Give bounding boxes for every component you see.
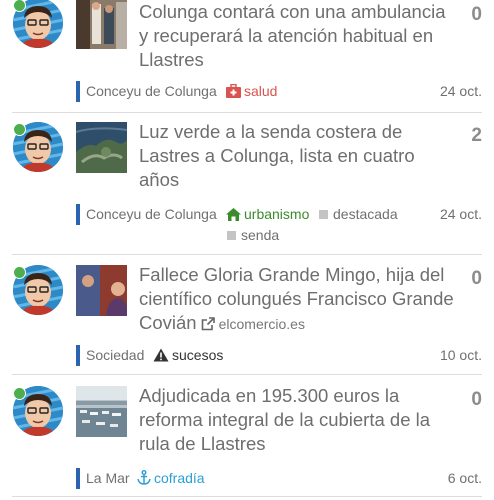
vote-count: 0 bbox=[471, 268, 482, 289]
date: 6 oct. bbox=[447, 470, 482, 486]
thumbnail-image[interactable] bbox=[76, 265, 127, 316]
divider bbox=[12, 254, 482, 255]
tag-senda[interactable]: senda bbox=[227, 225, 279, 246]
item-meta: La Mar cofradía 6 oct. bbox=[76, 468, 482, 489]
tag-label: urbanismo bbox=[244, 206, 310, 222]
item-meta: Conceyu de Colunga salud 24 oct. bbox=[76, 81, 482, 102]
tag-salud[interactable]: salud bbox=[226, 81, 277, 102]
online-status-icon bbox=[13, 266, 26, 279]
category-link[interactable]: Conceyu de Colunga bbox=[86, 81, 217, 102]
date: 24 oct. bbox=[439, 206, 482, 222]
medkit-icon bbox=[226, 84, 241, 98]
date: 10 oct. bbox=[439, 347, 482, 363]
category-bar bbox=[76, 345, 80, 366]
thumbnail-image[interactable] bbox=[76, 122, 127, 173]
category-bar bbox=[76, 468, 80, 489]
square-icon bbox=[227, 231, 236, 240]
tag-label: destacada bbox=[333, 206, 398, 222]
source-domain[interactable]: elcomercio.es bbox=[219, 316, 305, 332]
item-meta: Conceyu de Colunga urbanismo destacada s… bbox=[76, 204, 482, 246]
square-icon bbox=[319, 210, 328, 219]
thumbnail-image[interactable] bbox=[76, 0, 127, 49]
tag-destacada[interactable]: destacada bbox=[319, 204, 398, 225]
tag-cofradia[interactable]: cofradía bbox=[137, 468, 205, 489]
online-status-icon bbox=[13, 387, 26, 400]
news-title[interactable]: Luz verde a la senda costera de Lastres … bbox=[139, 120, 459, 192]
tag-sucesos[interactable]: sucesos bbox=[153, 345, 223, 366]
tag-label: senda bbox=[241, 227, 280, 243]
anchor-icon bbox=[137, 470, 151, 485]
item-meta: Sociedad sucesos 10 oct. bbox=[76, 345, 482, 366]
category-bar bbox=[76, 204, 80, 225]
vote-count: 0 bbox=[471, 4, 482, 25]
news-title[interactable]: Fallece Gloria Grande Mingo, hija del ci… bbox=[139, 263, 459, 336]
tag-label: sucesos bbox=[172, 347, 224, 363]
online-status-icon bbox=[13, 123, 26, 136]
category-link[interactable]: Conceyu de Colunga bbox=[86, 204, 217, 225]
external-link-icon bbox=[201, 317, 215, 331]
vote-count: 2 bbox=[471, 125, 482, 146]
date: 24 oct. bbox=[439, 83, 482, 99]
news-title[interactable]: Colunga contará con una ambulancia y rec… bbox=[139, 0, 459, 72]
category-link[interactable]: La Mar bbox=[86, 468, 130, 489]
tag-urbanismo[interactable]: urbanismo bbox=[226, 204, 309, 225]
vote-count: 0 bbox=[471, 389, 482, 410]
category-bar bbox=[76, 81, 80, 102]
tag-label: salud bbox=[244, 83, 278, 99]
home-icon bbox=[226, 208, 241, 221]
divider bbox=[12, 496, 482, 497]
news-title[interactable]: Adjudicada en 195.300 euros la reforma i… bbox=[139, 384, 459, 456]
divider bbox=[12, 112, 482, 113]
thumbnail-image[interactable] bbox=[76, 386, 127, 437]
tag-label: cofradía bbox=[154, 470, 205, 486]
warning-icon bbox=[153, 348, 169, 362]
divider bbox=[12, 374, 482, 375]
category-link[interactable]: Sociedad bbox=[86, 345, 144, 366]
